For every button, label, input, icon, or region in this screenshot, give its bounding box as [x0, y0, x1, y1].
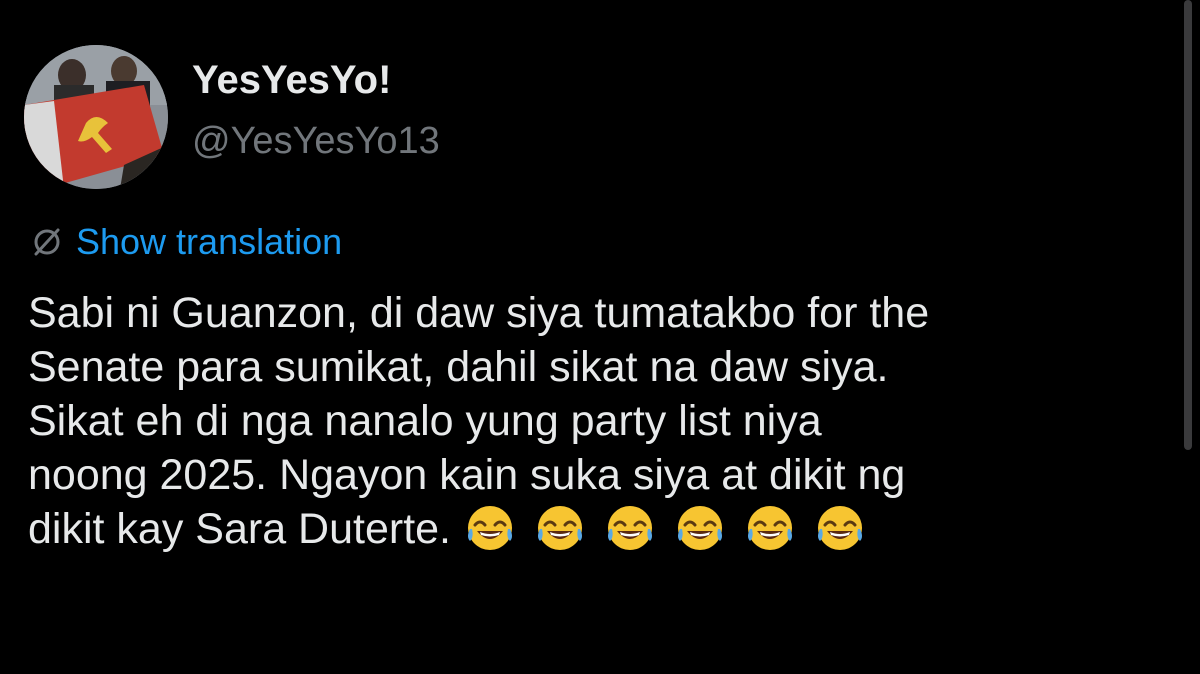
face-with-tears-of-joy-icon — [538, 505, 583, 550]
scrollbar[interactable] — [1184, 0, 1192, 450]
face-with-tears-of-joy-icon — [468, 505, 513, 550]
avatar-photo — [24, 45, 168, 189]
tweet-line: Sikat eh di nga nanalo yung party list n… — [28, 397, 822, 445]
face-with-tears-of-joy-icon — [748, 505, 793, 550]
tweet-text: Sabi ni Guanzon, di daw siya tumatakbo f… — [28, 286, 1178, 557]
face-with-tears-of-joy-icon — [818, 505, 863, 550]
tweet-line-text: dikit kay Sara Duterte. — [28, 505, 452, 553]
tweet-line: Senate para sumikat, dahil sikat na daw … — [28, 343, 889, 391]
emoji-row — [465, 503, 865, 553]
face-with-tears-of-joy-icon — [608, 505, 653, 550]
avatar[interactable] — [24, 45, 168, 189]
face-with-tears-of-joy-icon — [678, 505, 723, 550]
tweet-line: Sabi ni Guanzon, di daw siya tumatakbo f… — [28, 289, 930, 337]
show-translation-link[interactable]: Show translation — [76, 221, 342, 263]
author-display-name[interactable]: YesYesYo! — [192, 58, 391, 103]
tweet-line-last: dikit kay Sara Duterte. — [28, 502, 1178, 557]
tweet-line: noong 2025. Ngayon kain suka siya at dik… — [28, 451, 906, 499]
author-handle[interactable]: @YesYesYo13 — [192, 120, 440, 163]
show-translation-row[interactable]: Show translation — [30, 218, 342, 266]
translate-globe-icon — [34, 228, 60, 256]
